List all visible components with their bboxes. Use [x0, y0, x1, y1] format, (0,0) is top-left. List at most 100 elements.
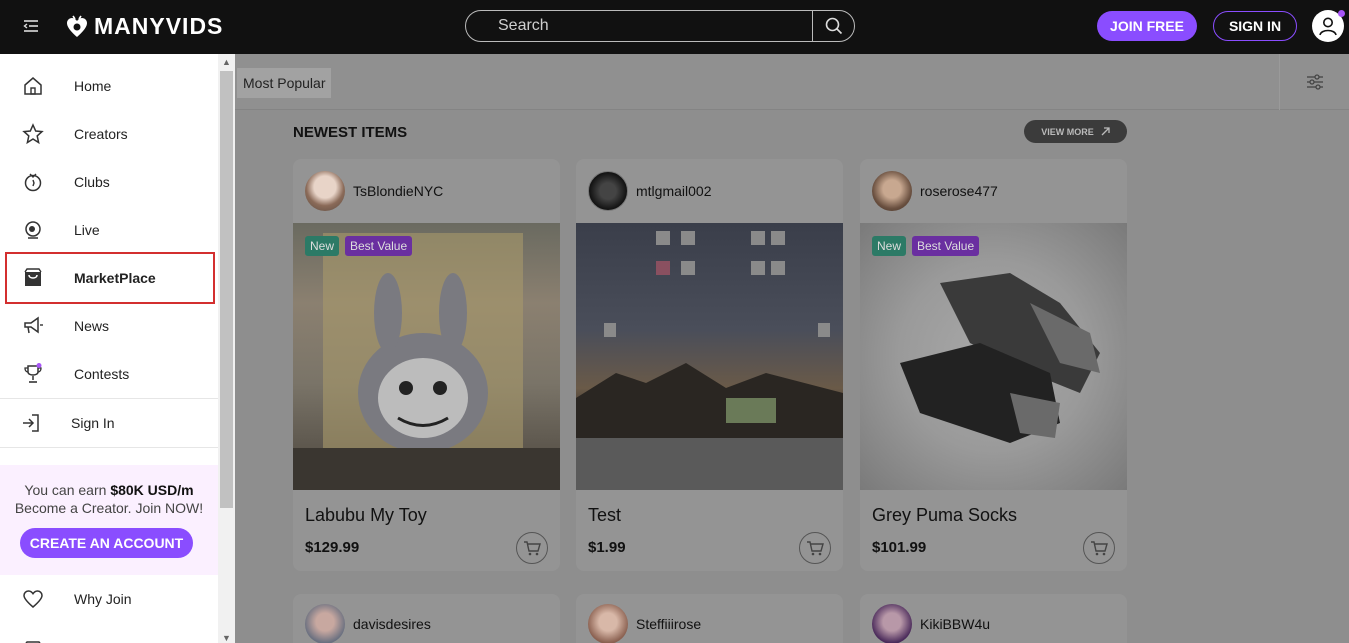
creator-avatar[interactable] — [872, 171, 912, 211]
sidebar-item-creators[interactable]: Creators — [0, 112, 218, 156]
creator-name[interactable]: davisdesires — [353, 616, 431, 632]
sidebar-item-clubs[interactable]: Clubs — [0, 160, 218, 204]
product-title[interactable]: Labubu My Toy — [305, 505, 427, 526]
new-badge: New — [872, 236, 907, 256]
creator-avatar[interactable] — [872, 604, 912, 643]
creator-name[interactable]: mtlgmail002 — [636, 183, 711, 199]
sign-in-button[interactable]: SIGN IN — [1213, 11, 1297, 41]
creator-promo: You can earn $80K USD/m Become a Creator… — [0, 465, 218, 575]
trophy-icon — [22, 363, 44, 385]
sidebar-scrollbar[interactable]: ▲ ▼ — [218, 54, 235, 643]
home-icon — [22, 75, 44, 97]
product-image[interactable] — [860, 223, 1127, 490]
product-image[interactable] — [576, 223, 843, 490]
sidebar-item-label: Sign In — [71, 415, 115, 431]
sidebar-item-label: Live — [74, 222, 100, 238]
filter-most-popular[interactable]: Most Popular — [237, 68, 332, 98]
product-card[interactable]: mtlgmail002 Test $1.99 — [576, 159, 843, 571]
heart-icon — [22, 588, 44, 610]
scroll-up-arrow-icon[interactable]: ▲ — [222, 57, 231, 67]
creator-avatar[interactable] — [305, 604, 345, 643]
scroll-down-arrow-icon[interactable]: ▼ — [222, 633, 231, 643]
sidebar-item-label: Home — [74, 78, 112, 94]
sidebar-item-why-join[interactable]: Why Join — [0, 577, 218, 621]
creator-name[interactable]: Steffiiirose — [636, 616, 701, 632]
product-title[interactable]: Grey Puma Socks — [872, 505, 1017, 526]
sidebar-item-sign-in[interactable]: Sign In — [0, 401, 218, 445]
product-card[interactable]: roserose477 New Best Value Grey Puma Soc… — [860, 159, 1127, 571]
creator-avatar[interactable] — [588, 171, 628, 211]
filter-settings-button[interactable] — [1279, 54, 1349, 110]
product-card[interactable]: TsBlondieNYC New Best Value Labubu My To… — [293, 159, 560, 571]
section-title: NEWEST ITEMS — [293, 124, 408, 141]
creator-name[interactable]: TsBlondieNYC — [353, 183, 443, 199]
add-to-cart-button[interactable] — [1083, 532, 1115, 564]
sidebar-item-contests[interactable]: Contests — [0, 352, 218, 396]
search-icon — [825, 17, 842, 35]
sidebar-item-home[interactable]: Home — [0, 64, 218, 108]
sidebar-item-label: Contests — [74, 366, 130, 382]
best-value-badge: Best Value — [345, 236, 413, 256]
sidebar-item-label: Why Join — [74, 591, 132, 607]
promo-earnings: You can earn $80K USD/m — [24, 482, 194, 498]
main-content: Most Popular NEWEST ITEMS VIEW MORE TsBl… — [235, 54, 1349, 643]
scroll-thumb[interactable] — [220, 71, 233, 508]
live-icon — [22, 219, 44, 241]
cart-icon — [524, 541, 541, 556]
sliders-icon — [1306, 74, 1323, 90]
sign-in-icon — [20, 412, 42, 434]
product-price: $101.99 — [872, 539, 927, 556]
cart-icon — [1091, 541, 1108, 556]
view-more-button[interactable]: VIEW MORE — [1024, 120, 1127, 143]
creator-name[interactable]: KikiBBW4u — [920, 616, 990, 632]
creator-avatar[interactable] — [588, 604, 628, 643]
product-title[interactable]: Test — [588, 505, 621, 526]
selection-highlight — [5, 252, 215, 304]
best-value-badge: Best Value — [912, 236, 980, 256]
card-header: roserose477 — [860, 159, 1127, 223]
logo-text: MANYVIDS — [94, 13, 224, 39]
top-bar: MANYVIDS JOIN FREE SIGN IN — [0, 0, 1349, 54]
creator-name[interactable]: roserose477 — [920, 183, 998, 199]
star-icon — [22, 123, 44, 145]
user-icon — [1319, 17, 1337, 36]
cart-icon — [807, 541, 824, 556]
creator-avatar[interactable] — [305, 171, 345, 211]
sidebar-item-live[interactable]: Live — [0, 208, 218, 252]
product-image[interactable] — [293, 223, 560, 490]
new-badge: New — [305, 236, 340, 256]
search-bar — [465, 10, 855, 42]
sidebar-item-label: News — [74, 318, 110, 334]
search-button[interactable] — [812, 11, 854, 41]
arrow-up-right-icon — [1101, 127, 1110, 136]
user-avatar[interactable] — [1312, 10, 1345, 42]
sidebar-item-news[interactable]: News — [0, 304, 218, 348]
product-price: $129.99 — [305, 539, 360, 556]
sidebar-divider — [0, 398, 218, 399]
notification-dot — [1338, 10, 1345, 17]
heart-logo-icon — [67, 15, 87, 37]
sidebar-item-partial[interactable] — [0, 625, 218, 643]
megaphone-icon — [22, 315, 44, 337]
sidebar-item-label: Creators — [74, 126, 128, 142]
add-to-cart-button[interactable] — [516, 532, 548, 564]
menu-collapse-icon[interactable] — [22, 18, 42, 36]
manyvids-logo[interactable]: MANYVIDS — [66, 13, 223, 40]
search-input[interactable] — [466, 11, 812, 41]
view-more-label: VIEW MORE — [1041, 126, 1094, 137]
join-free-button[interactable]: JOIN FREE — [1097, 11, 1197, 41]
product-card[interactable]: Steffiiirose — [576, 594, 843, 643]
club-icon — [22, 171, 44, 193]
sidebar-item-label: Clubs — [74, 174, 110, 190]
create-account-button[interactable]: CREATE AN ACCOUNT — [20, 528, 193, 558]
promo-tagline: Become a Creator. Join NOW! — [14, 500, 204, 516]
gem-icon — [22, 636, 44, 643]
add-to-cart-button[interactable] — [799, 532, 831, 564]
product-card[interactable]: davisdesires — [293, 594, 560, 643]
product-card[interactable]: KikiBBW4u — [860, 594, 1127, 643]
filter-bar: Most Popular — [235, 54, 1349, 110]
card-header: mtlgmail002 — [576, 159, 843, 223]
sidebar-divider — [0, 447, 218, 448]
sidebar: Home Creators Clubs Live MarketPlace New… — [0, 54, 218, 643]
card-header: TsBlondieNYC — [293, 159, 560, 223]
